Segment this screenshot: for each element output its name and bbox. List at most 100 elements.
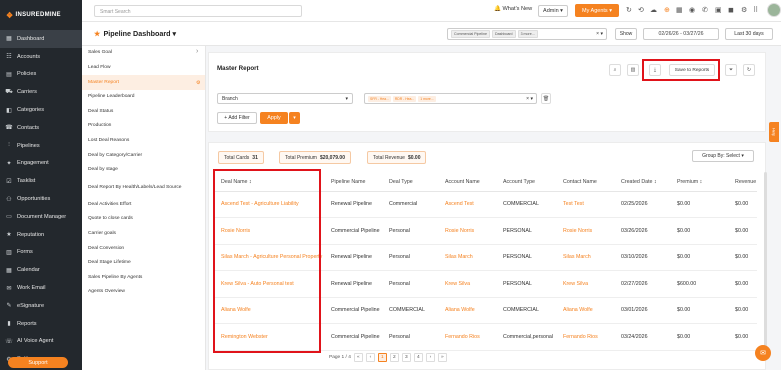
sidebar-item-tasklist[interactable]: ☑ Tasklist xyxy=(0,172,82,190)
report-list-item[interactable]: Deal by Category/Carrier xyxy=(82,148,205,163)
next-page-button[interactable]: › xyxy=(425,353,435,362)
report-list-item[interactable]: Production xyxy=(82,119,205,134)
table-cell-link[interactable]: Test Test xyxy=(555,191,613,218)
apply-button[interactable]: Apply xyxy=(260,112,288,124)
report-list-item[interactable]: Deal Activities Effort xyxy=(82,197,205,212)
sidebar-item-categories[interactable]: ◧ Categories xyxy=(0,101,82,119)
last-page-button[interactable]: » xyxy=(437,353,447,362)
column-header[interactable]: Pipeline Name xyxy=(323,173,381,192)
sidebar-item-pipelines[interactable]: ⫶ Pipelines xyxy=(0,137,82,155)
sidebar-item-reports[interactable]: ▮ Reports xyxy=(0,315,82,333)
column-header[interactable]: Revenue xyxy=(727,173,757,192)
support-button[interactable]: Support xyxy=(8,357,68,368)
prev-page-button[interactable]: ‹ xyxy=(365,353,375,362)
report-list-item[interactable]: Deal Stage Lifetime xyxy=(82,256,205,271)
column-header[interactable]: Account Name xyxy=(437,173,495,192)
sidebar-item-contacts[interactable]: ☎ Contacts xyxy=(0,119,82,137)
page-button[interactable]: 4 xyxy=(413,353,423,362)
grid-apps-icon[interactable]: ⠿ xyxy=(753,6,758,14)
last-30-days-button[interactable]: Last 30 days xyxy=(725,28,773,40)
search-icon[interactable]: ⌕ xyxy=(609,64,621,76)
column-header[interactable]: Contact Name xyxy=(555,173,613,192)
table-cell-link[interactable]: Krew Silva xyxy=(555,270,613,298)
report-list-item[interactable]: Agents Overview xyxy=(82,285,205,300)
table-cell-link[interactable]: Aliana Wolfe xyxy=(437,297,495,324)
column-header[interactable]: Account Type xyxy=(495,173,555,192)
sidebar-item-carriers[interactable]: ⛟ Carriers xyxy=(0,83,82,101)
first-page-button[interactable]: « xyxy=(353,353,363,362)
clear-icon[interactable]: × ▾ xyxy=(596,31,603,37)
table-cell-link[interactable]: Rosie Norris xyxy=(437,217,495,245)
table-cell-link[interactable]: Aliana Wolfe xyxy=(555,297,613,324)
table-cell-link[interactable]: Rosie Norris xyxy=(555,217,613,245)
table-cell-link[interactable]: Ascend Test xyxy=(437,191,495,218)
help-tab[interactable]: Help xyxy=(769,122,779,142)
report-list-item[interactable]: Deal Report By Health/Labels/Lead Source xyxy=(82,177,205,197)
filter-icon[interactable]: ⏷ xyxy=(725,64,737,76)
sidebar-item-accounts[interactable]: ☷ Accounts xyxy=(0,48,82,66)
admin-dropdown[interactable]: Admin ▾ xyxy=(538,5,568,17)
page-button[interactable]: 3 xyxy=(401,353,411,362)
sidebar-item-dashboard[interactable]: ▦ Dashboard xyxy=(0,30,82,48)
report-list-item[interactable]: Carrier goals xyxy=(82,227,205,242)
column-header[interactable]: Deal Type xyxy=(381,173,437,192)
chevron-right-icon[interactable]: › xyxy=(196,48,198,55)
report-list-item[interactable]: Sales Goal xyxy=(82,46,205,61)
report-list-item[interactable]: Lead Flow xyxy=(82,61,205,76)
phone-icon[interactable]: ✆ xyxy=(702,6,708,14)
date-range-picker[interactable]: 02/26/26 - 03/27/26 xyxy=(643,28,719,40)
sync-icon[interactable]: ⟲ xyxy=(638,6,644,14)
scrollbar[interactable] xyxy=(764,172,767,352)
add-filter-button[interactable]: + Add Filter xyxy=(217,112,257,124)
table-cell-link[interactable]: Fernando Rios xyxy=(437,323,495,351)
sidebar-item-opportunities[interactable]: ⚇ Opportunities xyxy=(0,190,82,208)
table-cell-link[interactable]: Krew Silva xyxy=(437,270,495,298)
star-icon[interactable]: ★ xyxy=(94,29,100,38)
columns-icon[interactable]: ▥ xyxy=(627,64,639,76)
show-button[interactable]: Show xyxy=(615,28,637,40)
dollar-icon[interactable]: ◉ xyxy=(689,6,695,14)
pipeline-filter-select[interactable]: Commercial Pipeline Dashboard 3 more... … xyxy=(447,28,607,40)
sidebar-item-document-manager[interactable]: ▭ Document Manager xyxy=(0,208,82,226)
sidebar-item-policies[interactable]: ▤ Policies xyxy=(0,66,82,84)
delete-icon[interactable]: 🗑 xyxy=(541,93,551,104)
report-list-item[interactable]: Master Report xyxy=(82,75,205,90)
gear-icon[interactable]: ⚙ xyxy=(741,6,747,14)
branch-select[interactable]: SFR - Hea... RDR - Hea... 1 more... × ▾ xyxy=(364,93,537,104)
page-button[interactable]: 1 xyxy=(377,353,387,362)
column-header[interactable]: Premium ↕ xyxy=(669,173,727,192)
brand-logo[interactable]: ❖ INSUREDMINE xyxy=(0,0,82,30)
report-list-item[interactable]: Lost Deal Reasons xyxy=(82,134,205,149)
table-cell-link[interactable]: Fernando Rios xyxy=(555,323,613,351)
report-list-item[interactable]: Sales Pipeline By Agents xyxy=(82,270,205,285)
sidebar-item-reputation[interactable]: ★ Reputation xyxy=(0,226,82,244)
settings-small-icon[interactable]: ⚙ xyxy=(196,80,200,86)
report-list-item[interactable]: Deal Status xyxy=(82,104,205,119)
branch-field[interactable]: Branch ▾ xyxy=(217,93,353,104)
sidebar-item-forms[interactable]: ▥ Forms xyxy=(0,244,82,262)
report-list-item[interactable]: Deal by stage xyxy=(82,163,205,178)
sidebar-item-work-email[interactable]: ✉ Work Email xyxy=(0,279,82,297)
group-by-select[interactable]: Group By: Select ▾ xyxy=(692,150,754,162)
report-list-item[interactable]: Quote to close cards xyxy=(82,212,205,227)
refresh-icon[interactable]: ↻ xyxy=(626,6,632,14)
table-cell-link[interactable]: Silas March xyxy=(437,244,495,271)
add-icon[interactable]: ⊕ xyxy=(664,6,670,14)
report-list-item[interactable]: Pipeline Leaderboard xyxy=(82,90,205,105)
message-icon[interactable]: ▣ xyxy=(715,6,722,14)
sidebar-item-esignature[interactable]: ✎ eSignature xyxy=(0,297,82,315)
sidebar-item-ai-voice-agent[interactable]: ☏ AI Voice Agent xyxy=(0,333,82,351)
cloud-icon[interactable]: ☁ xyxy=(650,6,657,14)
refresh-report-icon[interactable]: ↻ xyxy=(743,64,755,76)
column-header[interactable]: Created Date ↕ xyxy=(613,173,669,192)
whats-new-link[interactable]: 🔔 What's New xyxy=(494,6,532,12)
sidebar-item-calendar[interactable]: ▦ Calendar xyxy=(0,261,82,279)
calendar-top-icon[interactable]: ▦ xyxy=(676,6,683,14)
table-cell-link[interactable]: Silas March xyxy=(555,244,613,271)
smart-search-input[interactable]: Smart Search xyxy=(94,5,302,17)
my-agents-button[interactable]: My Agents ▾ xyxy=(575,4,619,17)
page-title[interactable]: ★ Pipeline Dashboard ▾ xyxy=(94,29,176,38)
report-list-item[interactable]: Deal Conversion xyxy=(82,241,205,256)
chip-icon[interactable]: ◼ xyxy=(728,6,734,14)
chat-icon[interactable]: ✉ xyxy=(755,345,771,361)
